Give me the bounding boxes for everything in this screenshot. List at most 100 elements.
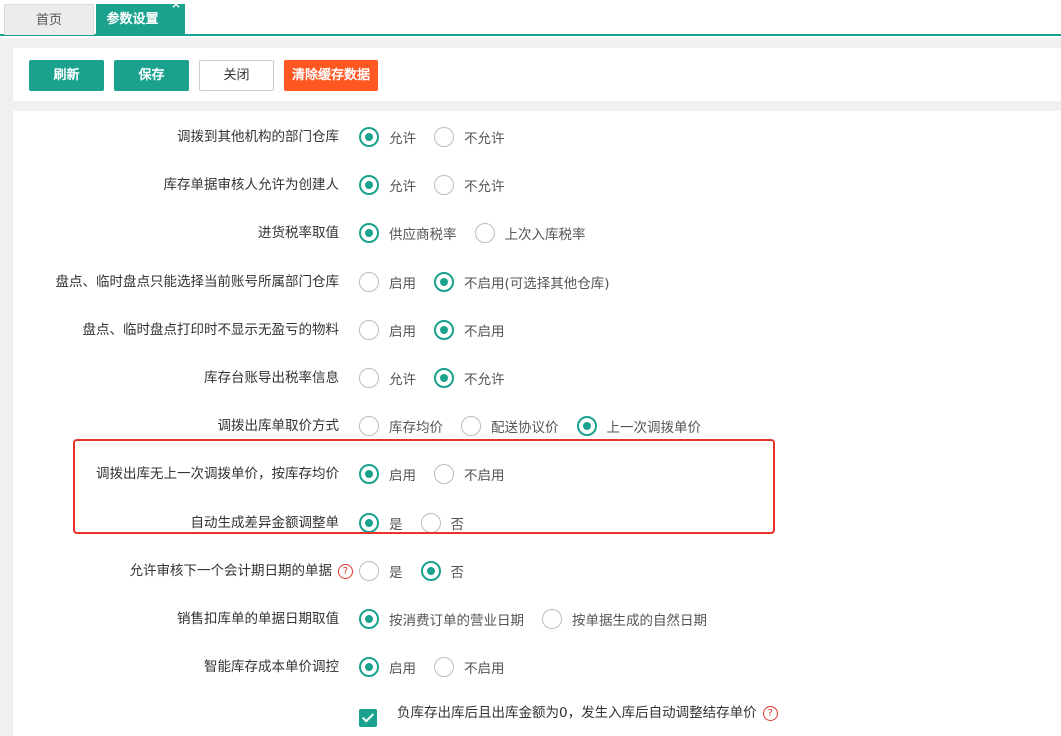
radio-option[interactable]: 配送协议价 bbox=[461, 416, 559, 436]
setting-label-text: 允许审核下一个会计期日期的单据 bbox=[129, 563, 333, 579]
setting-label: 调拨出库单取价方式 bbox=[218, 411, 340, 441]
radio-option[interactable]: 不允许 bbox=[434, 175, 505, 195]
radio-selected[interactable] bbox=[576, 416, 597, 436]
radio-group: 供应商税率 上次入库税率 bbox=[359, 218, 604, 248]
radio-label: 允许 bbox=[389, 372, 416, 388]
help-icon[interactable]: ? bbox=[762, 706, 778, 721]
setting-label: 调拨出库无上一次调拨单价，按库存均价 bbox=[96, 459, 339, 489]
radio-unselected[interactable] bbox=[359, 272, 379, 292]
radio-option[interactable]: 按消费订单的营业日期 bbox=[359, 609, 524, 629]
radio-selected[interactable] bbox=[359, 127, 379, 147]
setting-row: 盘点、临时盘点打印时不显示无盈亏的物料 启用 不启用 bbox=[13, 315, 1061, 345]
setting-label: 库存单据审核人允许为创建人 bbox=[164, 170, 340, 200]
radio-unselected[interactable] bbox=[461, 416, 481, 436]
radio-label: 上一次调拨单价 bbox=[606, 420, 702, 436]
radio-group: 库存均价 配送协议价 上一次调拨单价 bbox=[359, 411, 719, 441]
radio-unselected[interactable] bbox=[359, 561, 379, 581]
radio-option[interactable]: 允许 bbox=[359, 175, 416, 195]
refresh-button[interactable]: 刷新 bbox=[29, 60, 104, 91]
close-icon[interactable]: × bbox=[171, 0, 181, 12]
radio-label: 否 bbox=[450, 517, 465, 533]
radio-option[interactable]: 启用 bbox=[359, 320, 416, 340]
radio-label: 库存均价 bbox=[389, 420, 443, 436]
radio-label: 启用 bbox=[389, 324, 416, 340]
settings-panel: 调拨到其他机构的部门仓库 允许 不允许 库存单据审核人允许为创建人 允许 不允许 进货税率取… bbox=[13, 111, 1061, 736]
radio-option[interactable]: 允许 bbox=[359, 127, 416, 147]
close-button[interactable]: 关闭 bbox=[199, 60, 274, 91]
radio-unselected[interactable] bbox=[434, 127, 454, 147]
radio-option[interactable]: 启用 bbox=[359, 272, 416, 292]
radio-selected[interactable] bbox=[420, 561, 441, 581]
setting-label: 库存台账导出税率信息 bbox=[204, 363, 339, 393]
radio-label: 启用 bbox=[389, 661, 416, 677]
radio-option[interactable]: 不启用 bbox=[434, 464, 505, 484]
radio-unselected[interactable] bbox=[434, 464, 454, 484]
radio-option[interactable]: 库存均价 bbox=[359, 416, 443, 436]
tab-home[interactable]: 首页 bbox=[4, 4, 94, 35]
setting-row: 库存单据审核人允许为创建人 允许 不允许 bbox=[13, 170, 1061, 200]
radio-option[interactable]: 不允许 bbox=[434, 368, 505, 388]
radio-unselected[interactable] bbox=[359, 320, 379, 340]
radio-selected[interactable] bbox=[434, 368, 454, 388]
radio-selected[interactable] bbox=[359, 609, 379, 629]
radio-option[interactable]: 不启用(可选择其他仓库) bbox=[434, 272, 610, 292]
radio-label: 不启用(可选择其他仓库) bbox=[464, 276, 610, 292]
setting-row: 库存台账导出税率信息 允许 不允许 bbox=[13, 363, 1061, 393]
save-button[interactable]: 保存 bbox=[114, 60, 189, 91]
radio-option[interactable]: 是 bbox=[359, 513, 403, 533]
radio-label: 是 bbox=[389, 517, 403, 533]
radio-unselected[interactable] bbox=[434, 175, 454, 195]
radio-unselected[interactable] bbox=[420, 513, 441, 533]
radio-unselected[interactable] bbox=[359, 416, 379, 436]
radio-option[interactable]: 不启用 bbox=[434, 320, 505, 340]
radio-option[interactable]: 否 bbox=[420, 561, 464, 581]
setting-label-text: 进货税率取值 bbox=[258, 225, 339, 241]
page-frame: 刷新 保存 关闭 清除缓存数据 调拨到其他机构的部门仓库 允许 不允许 库存单据审核人… bbox=[0, 38, 1061, 736]
radio-option[interactable]: 启用 bbox=[359, 464, 416, 484]
radio-label: 按消费订单的营业日期 bbox=[389, 613, 524, 629]
radio-option[interactable]: 是 bbox=[359, 561, 403, 581]
radio-option[interactable]: 供应商税率 bbox=[359, 223, 457, 243]
setting-label-text: 盘点、临时盘点只能选择当前账号所属部门仓库 bbox=[55, 274, 340, 290]
radio-option[interactable]: 按单据生成的自然日期 bbox=[542, 609, 707, 629]
radio-label: 启用 bbox=[389, 468, 416, 484]
tab-settings[interactable]: 参数设置 × bbox=[96, 0, 185, 35]
radio-unselected[interactable] bbox=[434, 657, 454, 677]
help-icon[interactable]: ? bbox=[338, 564, 353, 579]
radio-option[interactable]: 不允许 bbox=[434, 127, 505, 147]
radio-option[interactable]: 不启用 bbox=[434, 657, 505, 677]
radio-selected[interactable] bbox=[359, 657, 379, 677]
checkbox-auto-adjust[interactable] bbox=[359, 709, 377, 727]
radio-group: 启用 不启用 bbox=[359, 315, 523, 345]
setting-label-text: 智能库存成本单价调控 bbox=[204, 659, 339, 675]
radio-selected[interactable] bbox=[434, 320, 454, 340]
setting-label: 允许审核下一个会计期日期的单据? bbox=[129, 556, 353, 586]
setting-row: 销售扣库单的单据日期取值 按消费订单的营业日期 按单据生成的自然日期 bbox=[13, 604, 1061, 634]
radio-unselected[interactable] bbox=[542, 609, 562, 629]
setting-label: 盘点、临时盘点只能选择当前账号所属部门仓库 bbox=[56, 267, 340, 297]
radio-group: 允许 不允许 bbox=[359, 363, 523, 393]
radio-option[interactable]: 启用 bbox=[359, 657, 416, 677]
setting-row: 自动生成差异金额调整单 是 否 bbox=[13, 508, 1061, 538]
radio-unselected[interactable] bbox=[359, 368, 379, 388]
radio-option[interactable]: 上一次调拨单价 bbox=[576, 416, 702, 436]
radio-selected[interactable] bbox=[359, 464, 379, 484]
setting-label-text: 调拨出库单取价方式 bbox=[217, 418, 340, 434]
setting-label-text: 自动生成差异金额调整单 bbox=[190, 515, 340, 531]
radio-option[interactable]: 否 bbox=[420, 513, 465, 533]
radio-unselected[interactable] bbox=[474, 223, 495, 243]
setting-label-text: 调拨到其他机构的部门仓库 bbox=[177, 129, 339, 145]
radio-option[interactable]: 上次入库税率 bbox=[474, 223, 586, 243]
radio-label: 不启用 bbox=[464, 324, 505, 340]
radio-group: 启用 不启用 bbox=[359, 459, 523, 489]
radio-label: 不允许 bbox=[464, 179, 505, 195]
radio-selected[interactable] bbox=[359, 175, 379, 195]
radio-selected[interactable] bbox=[359, 513, 379, 533]
radio-selected[interactable] bbox=[434, 272, 454, 292]
radio-option[interactable]: 允许 bbox=[359, 368, 416, 388]
tab-bar: 首页 参数设置 × bbox=[0, 0, 1061, 36]
radio-label: 不允许 bbox=[464, 131, 505, 147]
setting-row: 调拨出库单取价方式 库存均价 配送协议价 上一次调拨单价 bbox=[13, 411, 1061, 441]
radio-selected[interactable] bbox=[359, 223, 379, 243]
clear-cache-button[interactable]: 清除缓存数据 bbox=[284, 60, 378, 91]
